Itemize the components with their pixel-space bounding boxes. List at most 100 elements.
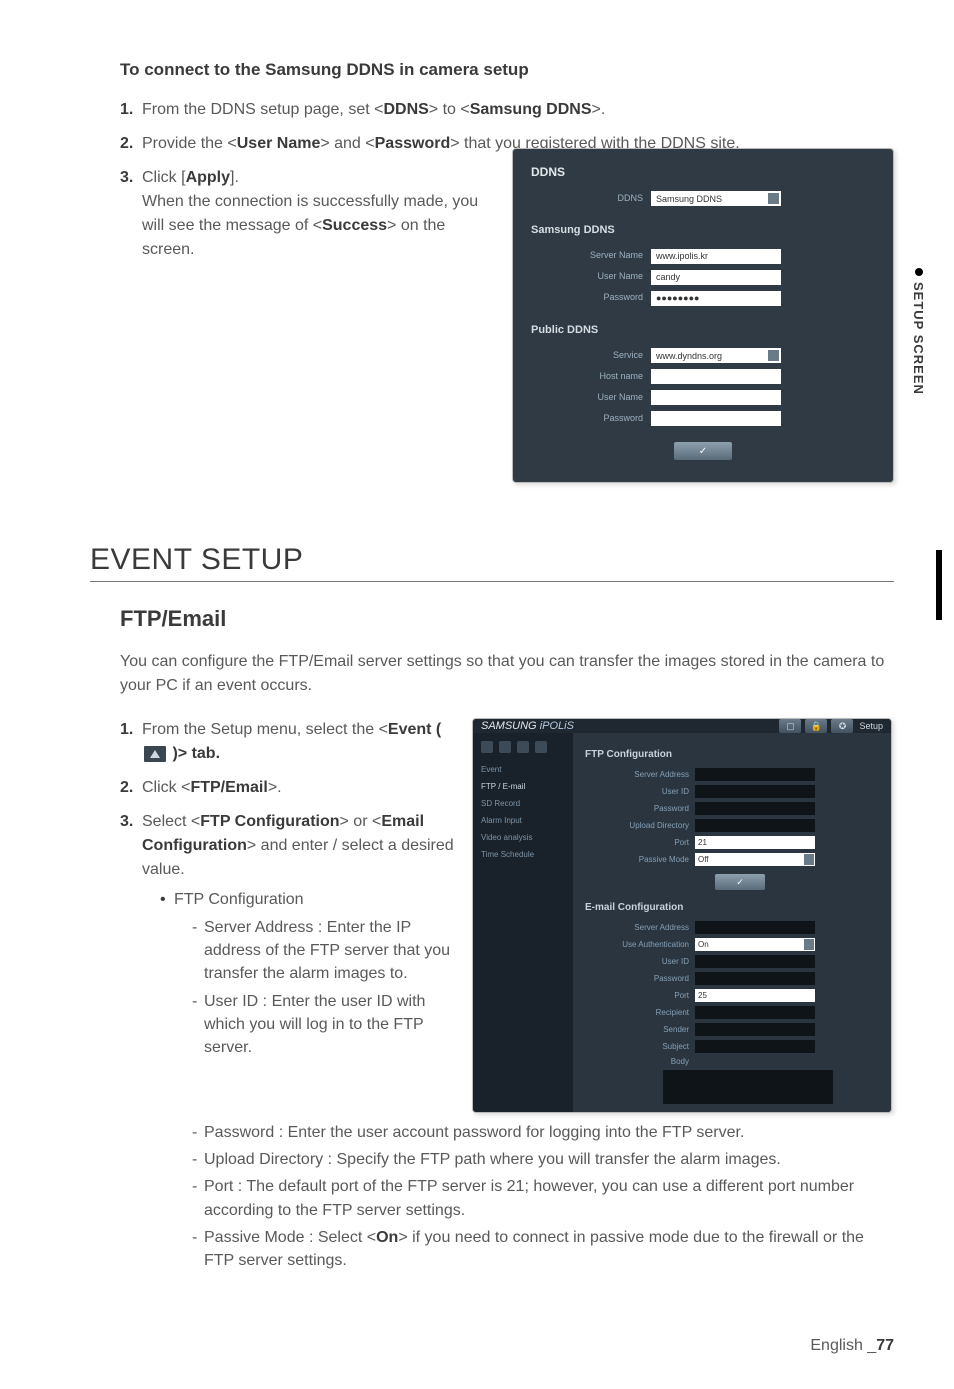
email-pass-label: Password xyxy=(585,974,695,983)
main-panel: FTP Configuration Server Address User ID… xyxy=(573,733,891,1113)
service-select[interactable]: www.dyndns.org xyxy=(651,348,781,363)
dash-item: Password : Enter the user account passwo… xyxy=(192,1121,894,1144)
sidebar-item-event[interactable]: Event xyxy=(477,761,569,778)
email-recipient-field[interactable] xyxy=(695,1006,815,1019)
footer-lang: English _ xyxy=(810,1337,876,1354)
sidebar-item-ftp-email[interactable]: FTP / E-mail xyxy=(477,778,569,795)
sidebar-item-alarm-input[interactable]: Alarm Input xyxy=(477,812,569,829)
ddns-section-label: Samsung DDNS xyxy=(531,222,875,239)
email-auth-select[interactable]: On xyxy=(695,938,815,951)
step-bold: FTP/Email xyxy=(190,779,267,796)
password-field[interactable]: ●●●●●●●● xyxy=(651,291,781,306)
email-auth-label: Use Authentication xyxy=(585,940,695,949)
email-body-label: Body xyxy=(585,1057,695,1066)
heading-ddns-connect: To connect to the Samsung DDNS in camera… xyxy=(120,60,894,80)
user-name-field[interactable]: candy xyxy=(651,270,781,285)
dash-item: Server Address : Enter the IP address of… xyxy=(192,916,460,986)
email-pass-field[interactable] xyxy=(695,972,815,985)
ddns-step-1: 1. From the DDNS setup page, set <DDNS> … xyxy=(120,98,894,122)
step-text: >. xyxy=(268,779,282,796)
server-address-label: Server Address xyxy=(585,770,695,779)
public-user-field[interactable] xyxy=(651,390,781,405)
email-subject-field[interactable] xyxy=(695,1040,815,1053)
step-text: From the DDNS setup page, set < xyxy=(142,101,383,118)
upload-dir-label: Upload Directory xyxy=(585,821,695,830)
ddns-step-3: 3. Click [Apply]. When the connection is… xyxy=(120,166,894,483)
server-name-field[interactable]: www.ipolis.kr xyxy=(651,249,781,264)
email-port-label: Port xyxy=(585,991,695,1000)
nav-icon[interactable] xyxy=(499,741,511,753)
step-number: 2. xyxy=(120,776,133,800)
user-id-label: User ID xyxy=(585,787,695,796)
step-text: Provide the < xyxy=(142,135,237,152)
step-number: 3. xyxy=(120,166,133,190)
passive-mode-select[interactable]: Off xyxy=(695,853,815,866)
step-bold: User Name xyxy=(237,135,321,152)
step-bold: Event ( xyxy=(388,721,441,738)
step-number: 3. xyxy=(120,810,133,834)
event-step-1: 1. From the Setup menu, select the <Even… xyxy=(120,718,460,766)
email-subject-label: Subject xyxy=(585,1042,695,1051)
step-bold: Password xyxy=(375,135,451,152)
nav-icon[interactable] xyxy=(517,741,529,753)
heading-event-setup: EVENT SETUP xyxy=(90,543,894,582)
topbar-button[interactable]: 🔒 xyxy=(805,719,827,733)
step-text: From the Setup menu, select the < xyxy=(142,721,388,738)
step-bold: )> tab. xyxy=(168,745,220,762)
apply-button[interactable]: ✓ xyxy=(715,874,765,890)
step-text: Select < xyxy=(142,813,200,830)
port-label: Port xyxy=(585,838,695,847)
sidebar-icon-row xyxy=(477,739,569,761)
window-titlebar: SAMSUNG iPOLiS ▢ 🔒 ✪ Setup xyxy=(473,719,891,733)
host-name-label: Host name xyxy=(531,370,651,384)
brand-label: SAMSUNG iPOLiS xyxy=(481,720,574,732)
bullet-icon xyxy=(915,268,923,276)
server-address-field[interactable] xyxy=(695,768,815,781)
event-steps-list: 1. From the Setup menu, select the <Even… xyxy=(90,718,460,1059)
email-server-label: Server Address xyxy=(585,923,695,932)
step-text: Click [ xyxy=(142,169,186,186)
host-name-field[interactable] xyxy=(651,369,781,384)
page-footer: English _77 xyxy=(810,1337,894,1355)
sidebar-item-sd-record[interactable]: SD Record xyxy=(477,795,569,812)
step-bold: Apply xyxy=(186,169,230,186)
sidebar-item-time-schedule[interactable]: Time Schedule xyxy=(477,846,569,863)
topbar-button[interactable]: ▢ xyxy=(779,719,801,733)
nav-icon[interactable] xyxy=(535,741,547,753)
step-text: > or < xyxy=(340,813,382,830)
public-ddns-section-label: Public DDNS xyxy=(531,322,875,339)
event-step-3: 3. Select <FTP Configuration> or <Email … xyxy=(120,810,460,1059)
step-number: 2. xyxy=(120,132,133,156)
server-name-label: Server Name xyxy=(531,249,651,263)
nav-icon[interactable] xyxy=(481,741,493,753)
password-field[interactable] xyxy=(695,802,815,815)
side-tab-label: SETUP SCREEN xyxy=(911,282,926,395)
step-bold: DDNS xyxy=(383,101,428,118)
apply-button[interactable]: ✓ xyxy=(715,1112,765,1113)
email-config-section: E-mail Configuration xyxy=(585,902,879,913)
email-server-field[interactable] xyxy=(695,921,815,934)
topbar-button[interactable]: ✪ xyxy=(831,719,853,733)
ddns-select[interactable]: Samsung DDNS xyxy=(651,191,781,206)
port-field[interactable]: 21 xyxy=(695,836,815,849)
screenshot-ddns: DDNS DDNS Samsung DDNS Samsung DDNS Serv… xyxy=(512,148,894,483)
public-user-label: User Name xyxy=(531,391,651,405)
email-sender-field[interactable] xyxy=(695,1023,815,1036)
password-label: Password xyxy=(531,291,651,305)
step-bold: Success xyxy=(322,217,387,234)
public-password-field[interactable] xyxy=(651,411,781,426)
step-text: > to < xyxy=(429,101,470,118)
apply-button[interactable]: ✓ xyxy=(674,442,732,460)
step-bold: Samsung DDNS xyxy=(470,101,592,118)
setup-label: Setup xyxy=(859,721,883,731)
email-user-field[interactable] xyxy=(695,955,815,968)
step-text: >. xyxy=(592,101,606,118)
upload-dir-field[interactable] xyxy=(695,819,815,832)
service-label: Service xyxy=(531,349,651,363)
sidebar-item-video-analysis[interactable]: Video analysis xyxy=(477,829,569,846)
email-body-field[interactable] xyxy=(663,1070,833,1104)
event-step-2: 2. Click <FTP/Email>. xyxy=(120,776,460,800)
screenshot-ftp-email: SAMSUNG iPOLiS ▢ 🔒 ✪ Setup Event FTP / E… xyxy=(472,718,892,1113)
user-id-field[interactable] xyxy=(695,785,815,798)
email-port-field[interactable]: 25 xyxy=(695,989,815,1002)
